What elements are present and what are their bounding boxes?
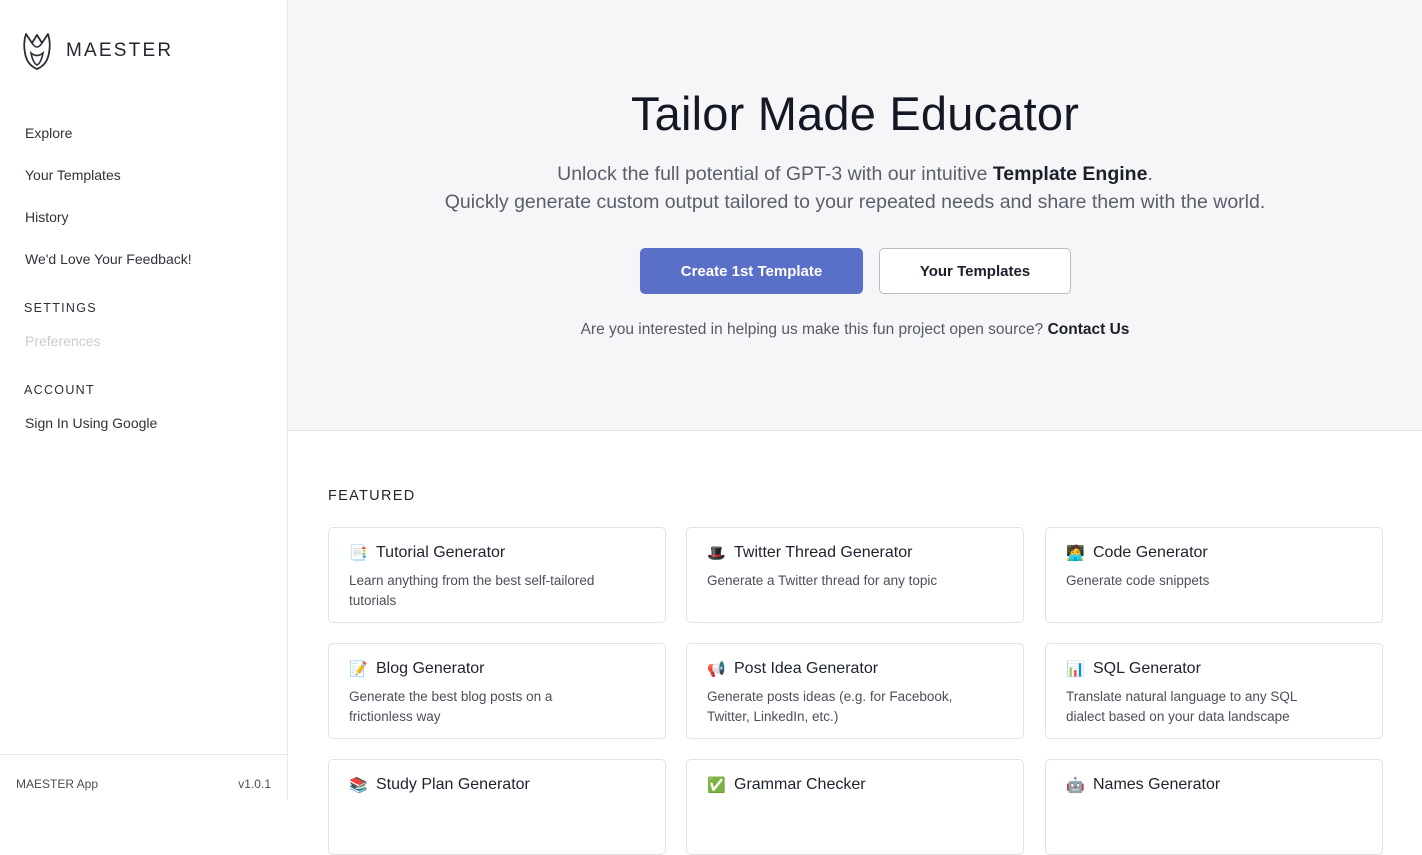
nav-your-templates[interactable]: Your Templates (25, 167, 121, 183)
brand-name: MAESTER (66, 40, 174, 61)
featured-section-title: FEATURED (328, 488, 416, 504)
create-template-button[interactable]: Create 1st Template (640, 248, 863, 294)
template-card-blog-generator[interactable]: 📝 Blog Generator Generate the best blog … (328, 643, 666, 739)
card-description: Generate posts ideas (e.g. for Facebook,… (707, 689, 953, 724)
check-mark-icon: ✅ (707, 776, 726, 794)
card-title: Study Plan Generator (376, 776, 530, 793)
footer-app-name: MAESTER App (16, 776, 99, 791)
top-hat-icon: 🎩 (707, 544, 726, 562)
hero-section: Tailor Made Educator Unlock the full pot… (288, 0, 1422, 431)
card-title: Blog Generator (376, 660, 485, 677)
bar-chart-icon: 📊 (1066, 660, 1085, 678)
main-content: Tailor Made Educator Unlock the full pot… (288, 0, 1422, 855)
card-title: Tutorial Generator (376, 544, 506, 561)
settings-section-title: SETTINGS (24, 301, 97, 315)
card-description: Translate natural language to any SQL di… (1066, 689, 1297, 724)
page-title: Tailor Made Educator (630, 87, 1080, 140)
contact-us-link[interactable]: Contact Us (1048, 321, 1130, 338)
card-title: Grammar Checker (734, 776, 866, 793)
hero-subtitle-prefix: Unlock the full potential of GPT-3 with … (557, 163, 993, 185)
hero-subtitle-bold: Template Engine (992, 163, 1148, 185)
card-title: Code Generator (1093, 544, 1208, 561)
hero-subtitle-line2: Quickly generate custom output tailored … (444, 191, 1266, 213)
maester-logo-icon (23, 33, 51, 70)
books-icon: 📚 (349, 776, 368, 794)
template-card-names-generator[interactable]: 🤖 Names Generator (1045, 759, 1383, 855)
template-card-study-plan-generator[interactable]: 📚 Study Plan Generator (328, 759, 666, 855)
template-card-grammar-checker[interactable]: ✅ Grammar Checker (686, 759, 1024, 855)
brand-logo[interactable]: MAESTER (22, 31, 173, 71)
footer-version: v1.0.1 (238, 776, 271, 791)
template-card-code-generator[interactable]: 🧑‍💻 Code Generator Generate code snippet… (1045, 527, 1383, 623)
card-title: Post Idea Generator (734, 660, 879, 677)
template-card-tutorial-generator[interactable]: 📑 Tutorial Generator Learn anything from… (328, 527, 666, 623)
sign-in-google-link[interactable]: Sign In Using Google (25, 415, 157, 431)
page-icon: 📑 (349, 544, 368, 562)
contact-line: Are you interested in helping us make th… (288, 321, 1422, 339)
template-card-twitter-thread-generator[interactable]: 🎩 Twitter Thread Generator Generate a Tw… (686, 527, 1024, 623)
your-templates-button[interactable]: Your Templates (879, 248, 1071, 294)
hero-subtitle-line1: Unlock the full potential of GPT-3 with … (288, 163, 1422, 186)
template-card-sql-generator[interactable]: 📊 SQL Generator Translate natural langua… (1045, 643, 1383, 739)
nav-preferences: Preferences (25, 333, 101, 349)
megaphone-icon: 📢 (707, 660, 726, 678)
nav-feedback[interactable]: We'd Love Your Feedback! (25, 251, 192, 267)
card-title: Names Generator (1093, 776, 1221, 793)
nav-history[interactable]: History (25, 209, 69, 225)
nav-explore[interactable]: Explore (25, 125, 72, 141)
memo-icon: 📝 (349, 660, 368, 678)
robot-face-icon: 🤖 (1066, 776, 1085, 794)
hero-subtitle-suffix: . (1147, 163, 1153, 185)
card-title: SQL Generator (1093, 660, 1201, 677)
sidebar: MAESTER Explore Your Templates History W… (0, 0, 288, 800)
contact-text: Are you interested in helping us make th… (580, 321, 1044, 338)
account-section-title: ACCOUNT (24, 383, 95, 397)
technologist-icon: 🧑‍💻 (1066, 544, 1085, 562)
card-description: Generate code snippets (1066, 573, 1210, 588)
template-card-post-idea-generator[interactable]: 📢 Post Idea Generator Generate posts ide… (686, 643, 1024, 739)
card-description: Generate the best blog posts on a fricti… (349, 689, 553, 724)
card-description: Learn anything from the best self-tailor… (349, 573, 595, 608)
card-description: Generate a Twitter thread for any topic (707, 573, 938, 588)
card-title: Twitter Thread Generator (734, 544, 913, 561)
sidebar-footer: MAESTER App v1.0.1 (0, 754, 287, 800)
